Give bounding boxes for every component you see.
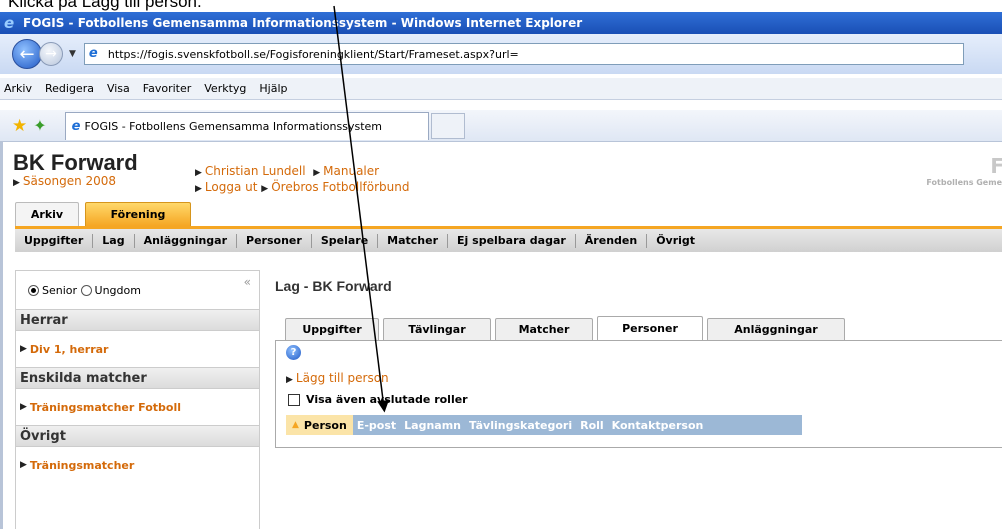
- browser-tab-title: FOGIS - Fotbollens Gemensamma Informatio…: [84, 119, 383, 133]
- window-titlebar: e FOGIS - Fotbollens Gemensamma Informat…: [0, 12, 1002, 34]
- sidebar: Senior Ungdom « Herrar ▶ Div 1, herrar En…: [15, 270, 260, 529]
- instruction-caption: Klicka på Lägg till person.: [8, 0, 202, 11]
- arrow-right-icon: ▶: [286, 375, 293, 385]
- logout-link[interactable]: Logga ut: [205, 180, 258, 194]
- menu-hjalp[interactable]: Hjälp: [259, 82, 287, 95]
- web-page: BK Forward ▶ Säsongen 2008 ▶ Christian Lun…: [0, 142, 1002, 529]
- subnav-uppgifter[interactable]: Uppgifter: [15, 234, 92, 247]
- history-dropdown-icon[interactable]: ▼: [69, 49, 76, 59]
- main-content: Lag - BK Forward Uppgifter Tävlingar Mat…: [275, 270, 1002, 448]
- group-ovrigt: Övrigt: [16, 425, 259, 447]
- menu-favoriter[interactable]: Favoriter: [143, 82, 191, 95]
- menu-verktyg[interactable]: Verktyg: [204, 82, 246, 95]
- tab-arkiv[interactable]: Arkiv: [15, 202, 79, 226]
- arrow-right-icon: ▶: [20, 402, 27, 412]
- url-input[interactable]: e https://fogis.svenskfotboll.se/Fogisfo…: [83, 43, 964, 65]
- menu-redigera[interactable]: Redigera: [45, 82, 94, 95]
- org-name: BK Forward: [13, 150, 138, 175]
- group-enskilda-matcher: Enskilda matcher: [16, 367, 259, 389]
- new-tab-button[interactable]: [430, 112, 465, 139]
- sidebar-item-traningsmatcher-fotboll[interactable]: ▶ Träningsmatcher Fotboll: [16, 389, 259, 425]
- column-roll[interactable]: Roll: [576, 419, 608, 432]
- group-herrar: Herrar: [16, 309, 259, 331]
- arrow-right-icon: ▶: [20, 460, 27, 470]
- org-header: BK Forward ▶ Säsongen 2008: [13, 150, 138, 188]
- tab-tavlingar[interactable]: Tävlingar: [383, 318, 491, 340]
- window-title: FOGIS - Fotbollens Gemensamma Informatio…: [23, 16, 583, 30]
- add-favorite-icon[interactable]: ✦: [33, 116, 46, 135]
- tab-page-icon: e: [71, 118, 81, 134]
- forward-arrow-icon[interactable]: →: [39, 42, 63, 66]
- arrow-right-icon: ▶: [261, 184, 269, 194]
- table-header: ▲ Person E-post Lagnamn Tävlingskategori …: [286, 415, 802, 435]
- subnav-personer[interactable]: Personer: [237, 234, 311, 247]
- page-title: Lag - BK Forward: [275, 278, 392, 294]
- column-person[interactable]: ▲ Person: [286, 415, 353, 435]
- content-tabs: Uppgifter Tävlingar Matcher Personer Anl…: [285, 316, 1002, 340]
- sort-asc-icon: ▲: [292, 420, 299, 430]
- arrow-right-icon: ▶: [313, 168, 321, 178]
- radio-ungdom[interactable]: [80, 284, 92, 296]
- radio-senior-label: Senior: [42, 283, 78, 297]
- favorites-star-icon[interactable]: ★: [12, 116, 27, 136]
- browser-tab[interactable]: e FOGIS - Fotbollens Gemensamma Informat…: [64, 111, 429, 140]
- tab-matcher[interactable]: Matcher: [495, 318, 593, 340]
- favorites-bar: ★ ✦ e FOGIS - Fotbollens Gemensamma Info…: [0, 110, 1002, 142]
- brand-subtitle: Fotbollens Geme: [926, 178, 1002, 187]
- column-lagnamn[interactable]: Lagnamn: [400, 419, 465, 432]
- arrow-right-icon: ▶: [195, 184, 202, 194]
- collapse-icon[interactable]: «: [244, 275, 251, 289]
- user-link[interactable]: Christian Lundell: [205, 164, 306, 178]
- tab-uppgifter[interactable]: Uppgifter: [285, 318, 379, 340]
- tab-personer[interactable]: Personer: [597, 316, 703, 340]
- subnav-lag[interactable]: Lag: [93, 234, 133, 247]
- tab-forening[interactable]: Förening: [85, 202, 191, 226]
- help-icon[interactable]: ?: [286, 345, 301, 360]
- page-icon: e: [88, 46, 98, 61]
- subnav-ovrigt[interactable]: Övrigt: [647, 234, 704, 247]
- season-link[interactable]: ▶ Säsongen 2008: [13, 174, 138, 188]
- address-bar: ← → ▼ e https://fogis.svenskfotboll.se/F…: [0, 34, 1002, 74]
- column-tavlingskategori[interactable]: Tävlingskategori: [465, 419, 576, 432]
- column-kontaktperson[interactable]: Kontaktperson: [608, 419, 708, 432]
- sidebar-item-div1-herrar[interactable]: ▶ Div 1, herrar: [16, 331, 259, 367]
- arrow-right-icon: ▶: [195, 168, 202, 178]
- show-ended-roles-label: Visa även avslutade roller: [306, 393, 468, 406]
- subnav-ej-spelbara-dagar[interactable]: Ej spelbara dagar: [448, 234, 575, 247]
- show-ended-roles-row: Visa även avslutade roller: [288, 393, 468, 406]
- url-text: https://fogis.svenskfotboll.se/Fogisfore…: [107, 47, 519, 61]
- column-epost[interactable]: E-post: [353, 419, 400, 432]
- top-tabs: Arkiv Förening: [15, 202, 191, 226]
- team-type-selector: Senior Ungdom «: [16, 271, 259, 309]
- district-link[interactable]: Örebros Fotbollförbund: [271, 180, 409, 194]
- subnav-matcher[interactable]: Matcher: [378, 234, 447, 247]
- brand-logo: F: [990, 154, 1002, 178]
- ie-logo-icon: e: [4, 14, 15, 32]
- subnav-arenden[interactable]: Ärenden: [576, 234, 646, 247]
- show-ended-roles-checkbox[interactable]: [288, 393, 300, 406]
- manuals-link[interactable]: Manualer: [323, 164, 379, 178]
- radio-ungdom-label: Ungdom: [94, 283, 141, 297]
- sub-navigation: Uppgifter Lag Anläggningar Personer Spel…: [15, 226, 1002, 252]
- sidebar-item-traningsmatcher[interactable]: ▶ Träningsmatcher: [16, 447, 259, 483]
- menu-visa[interactable]: Visa: [107, 82, 130, 95]
- add-person-link[interactable]: ▶ Lägg till person: [286, 371, 389, 385]
- arrow-right-icon: ▶: [13, 178, 20, 188]
- arrow-right-icon: ▶: [20, 344, 27, 354]
- back-arrow-icon[interactable]: ←: [12, 39, 42, 69]
- personer-panel: ? ▶ Lägg till person Visa även avslutade …: [275, 340, 1002, 448]
- tab-anlaggningar[interactable]: Anläggningar: [707, 318, 845, 340]
- menu-bar: Arkiv Redigera Visa Favoriter Verktyg Hj…: [0, 78, 1002, 100]
- radio-senior[interactable]: [28, 284, 39, 296]
- menu-arkiv[interactable]: Arkiv: [4, 82, 32, 95]
- subnav-spelare[interactable]: Spelare: [312, 234, 377, 247]
- subnav-anlaggningar[interactable]: Anläggningar: [135, 234, 236, 247]
- header-links: ▶ Christian Lundell ▶ Manualer ▶ Logga ut ▶…: [195, 164, 410, 196]
